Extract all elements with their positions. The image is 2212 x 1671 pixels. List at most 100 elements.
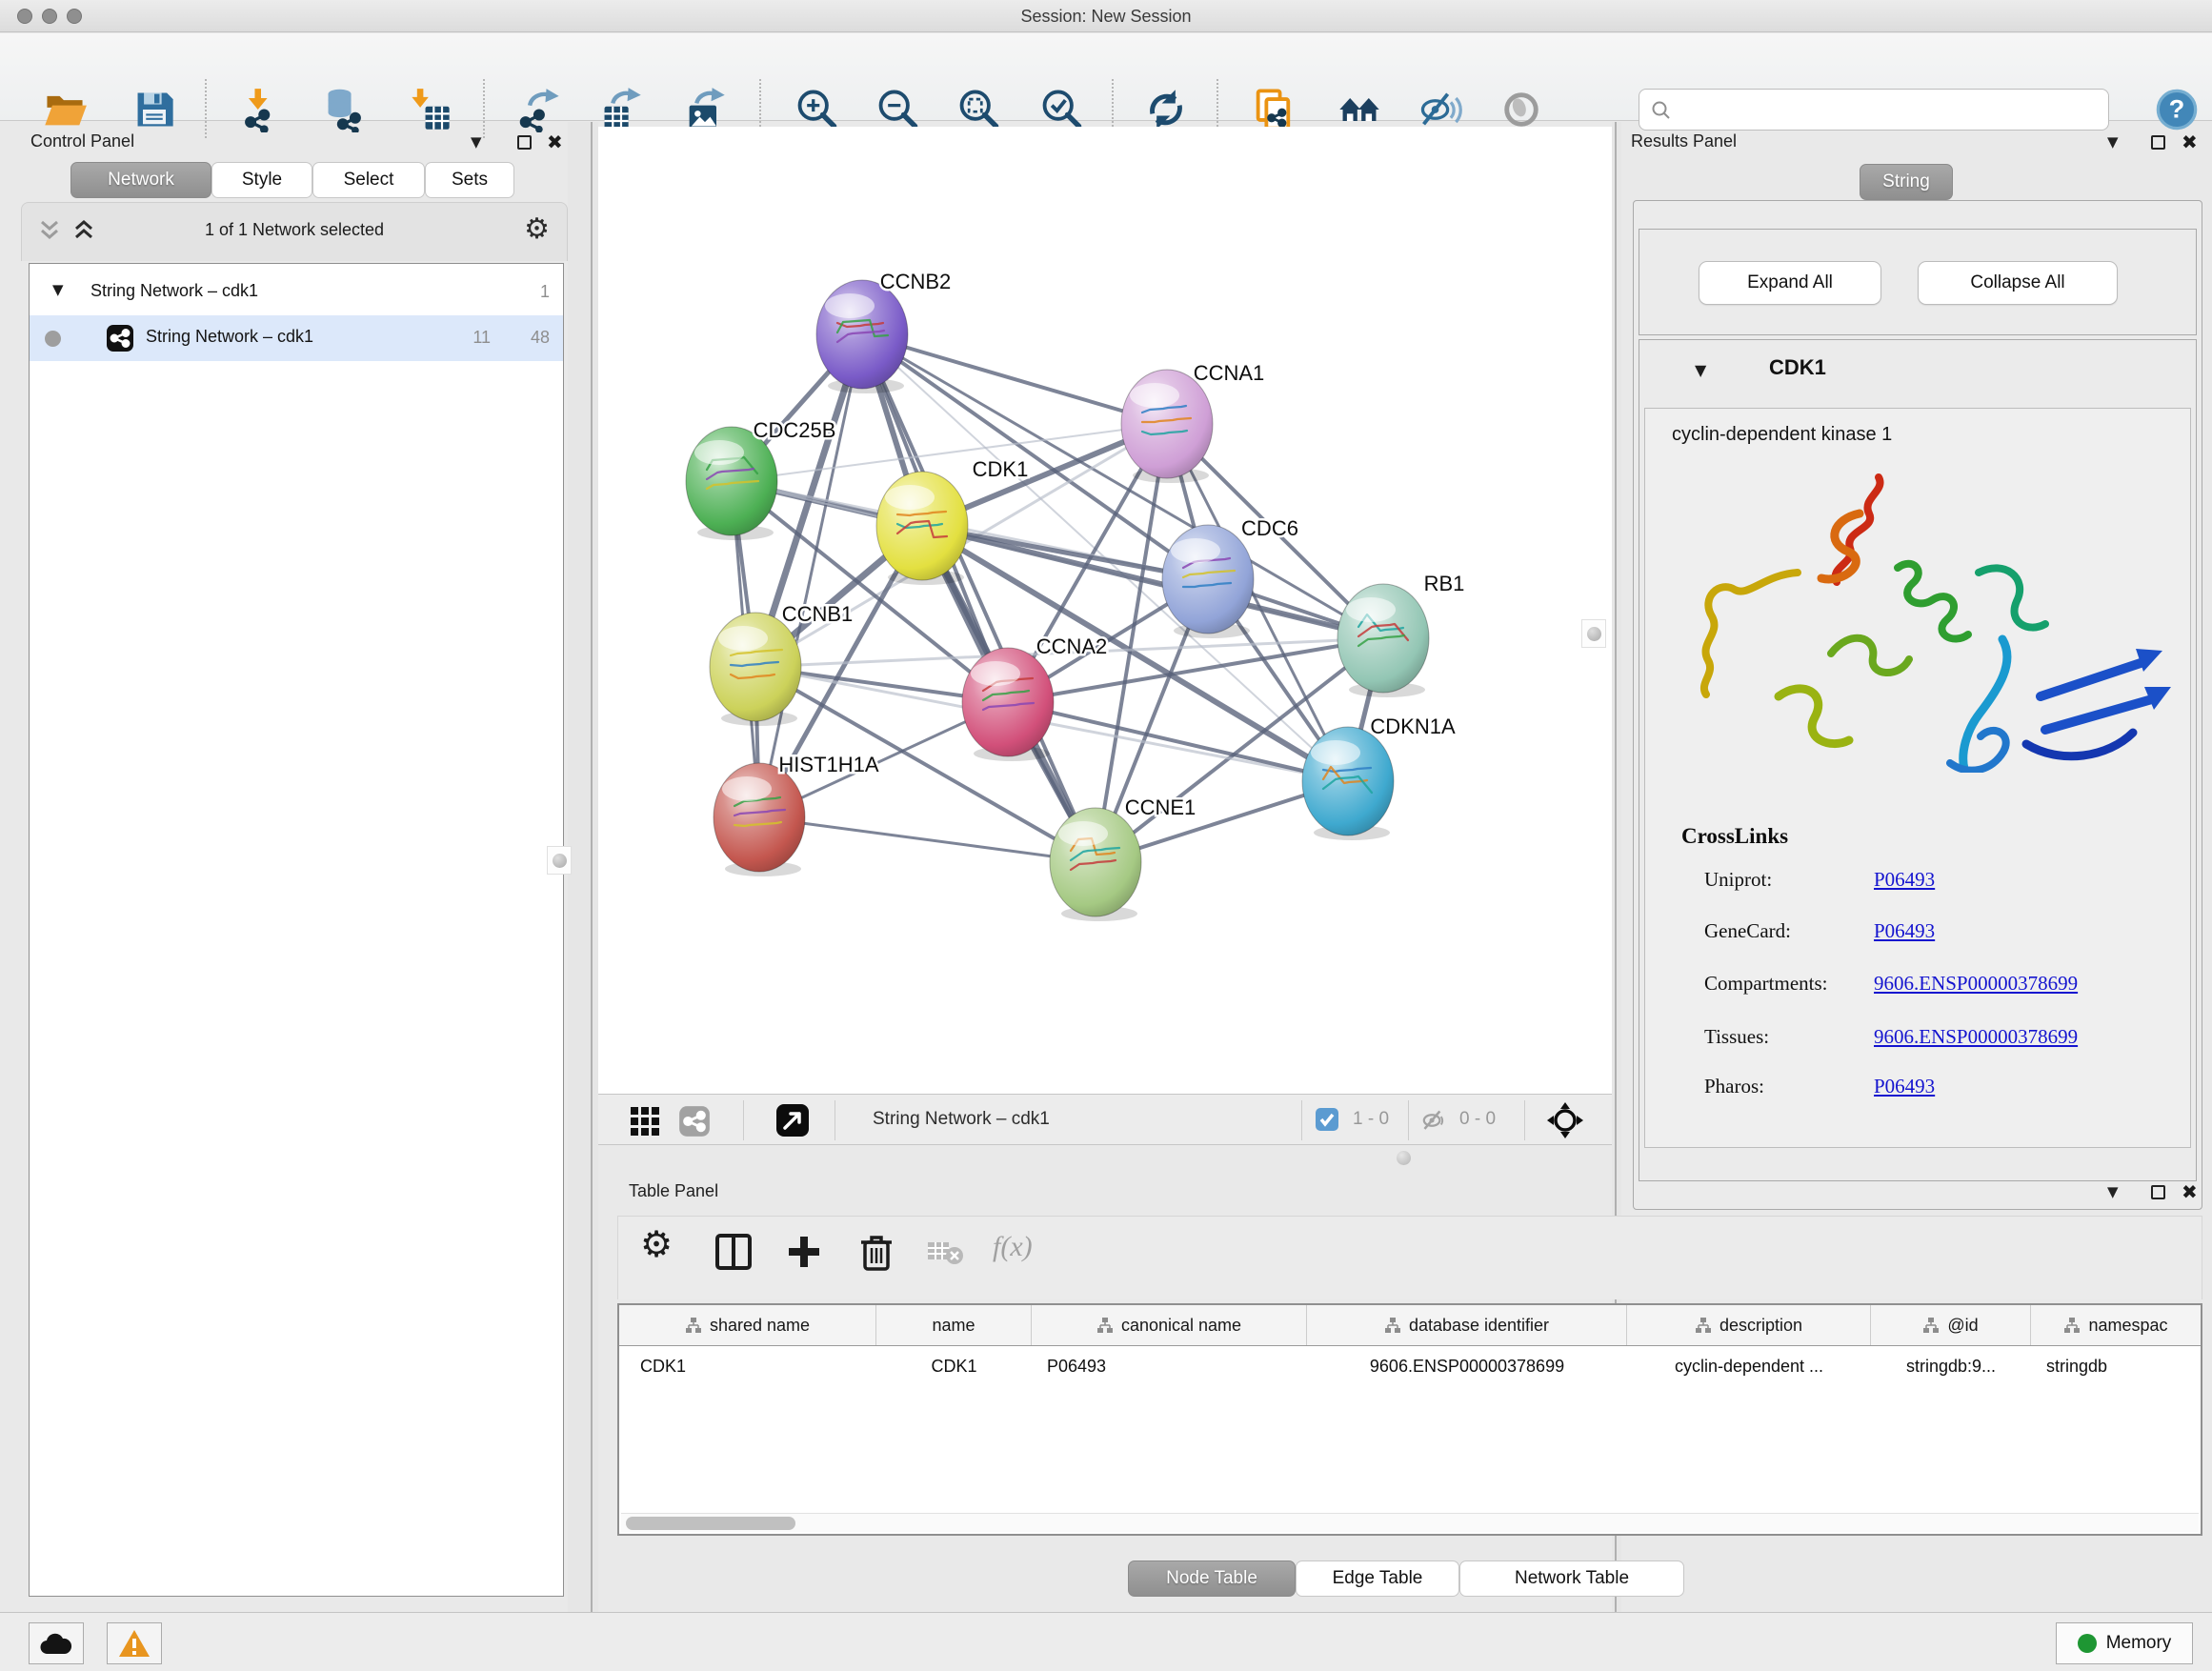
- network-edge[interactable]: [759, 817, 1096, 862]
- network-edge-count: 48: [531, 328, 550, 348]
- zoom-out-icon[interactable]: [875, 87, 920, 132]
- toolbar-separator: [483, 79, 485, 138]
- tab-style[interactable]: Style: [211, 162, 312, 198]
- right-splitter-handle[interactable]: [1581, 619, 1606, 648]
- network-graph[interactable]: CCNB2CCNA1CDC25BCDK1CDC6RB1CCNB1CCNA2CDK…: [598, 127, 1612, 1094]
- collection-label: String Network – cdk1: [90, 281, 258, 301]
- crosslink-compartments-link[interactable]: 9606.ENSP00000378699: [1874, 972, 2078, 996]
- network-type-share-icon: [106, 324, 134, 357]
- create-column-plus-icon[interactable]: [783, 1231, 825, 1278]
- function-builder-icon[interactable]: f(x): [993, 1231, 1033, 1263]
- results-panel-float-icon[interactable]: [2151, 135, 2165, 150]
- control-panel-menu-icon[interactable]: ▼: [471, 133, 482, 151]
- delete-column-trash-icon[interactable]: [855, 1231, 897, 1278]
- left-splitter-handle[interactable]: [547, 846, 572, 875]
- export-table-icon[interactable]: [598, 87, 644, 132]
- hide-selected-eye-slash-icon[interactable]: [1418, 87, 1463, 132]
- zoom-in-icon[interactable]: [794, 87, 839, 132]
- horizontal-splitter-handle[interactable]: [1397, 1151, 1411, 1165]
- network-edge[interactable]: [862, 334, 1096, 862]
- network-options-gear-icon[interactable]: ⚙: [524, 212, 550, 246]
- show-all-eye-icon[interactable]: [1498, 87, 1544, 132]
- tab-edge-table[interactable]: Edge Table: [1296, 1560, 1459, 1597]
- scrollbar-thumb[interactable]: [626, 1517, 795, 1530]
- birds-eye-view-icon[interactable]: [775, 1103, 810, 1142]
- network-canvas[interactable]: CCNB2CCNA1CDC25BCDK1CDC6RB1CCNB1CCNA2CDK…: [598, 127, 1612, 1094]
- table-horizontal-scrollbar[interactable]: [621, 1513, 2199, 1532]
- collection-expander-icon[interactable]: ▼: [52, 281, 64, 298]
- show-columns-icon[interactable]: [713, 1231, 754, 1278]
- expand-all-button[interactable]: Expand All: [1699, 261, 1881, 305]
- network-edge[interactable]: [1008, 702, 1348, 781]
- column-header[interactable]: @id: [1871, 1305, 2031, 1345]
- crosslink-pharos-link[interactable]: P06493: [1874, 1075, 1935, 1098]
- column-header[interactable]: shared name: [619, 1305, 876, 1345]
- column-header[interactable]: name: [876, 1305, 1032, 1345]
- help-icon[interactable]: ?: [2154, 87, 2200, 132]
- import-network-database-icon[interactable]: [322, 87, 368, 132]
- network-edge[interactable]: [922, 526, 1383, 638]
- main-toolbar: ?: [0, 33, 2212, 121]
- results-panel-menu-icon[interactable]: ▼: [2107, 133, 2119, 151]
- control-panel-float-icon[interactable]: [517, 135, 532, 150]
- import-table-file-icon[interactable]: [408, 87, 453, 132]
- column-header[interactable]: database identifier: [1307, 1305, 1627, 1345]
- first-neighbors-houses-icon[interactable]: [1337, 87, 1382, 132]
- grid-view-icon[interactable]: [629, 1105, 661, 1142]
- collapse-all-button[interactable]: Collapse All: [1918, 261, 2118, 305]
- table-cell[interactable]: CDK1: [619, 1347, 876, 1385]
- table-panel-float-icon[interactable]: [2151, 1185, 2165, 1199]
- export-network-icon[interactable]: [517, 87, 563, 132]
- column-type-icon: [1695, 1318, 1712, 1333]
- network-share-view-icon[interactable]: [678, 1105, 711, 1142]
- table-panel-close-icon[interactable]: ✖: [2182, 1180, 2198, 1203]
- network-collection-row[interactable]: ▼ String Network – cdk1 1: [30, 270, 563, 315]
- cloud-button[interactable]: [29, 1622, 84, 1664]
- gene-expander-icon[interactable]: ▼: [1695, 361, 1706, 379]
- column-header[interactable]: canonical name: [1032, 1305, 1307, 1345]
- table-cell[interactable]: cyclin-dependent ...: [1627, 1347, 1871, 1385]
- memory-status-dot-icon: [2078, 1634, 2097, 1653]
- table-cell[interactable]: P06493: [1032, 1347, 1307, 1385]
- tab-network[interactable]: Network: [70, 162, 211, 198]
- table-cell[interactable]: CDK1: [876, 1347, 1032, 1385]
- selected-checkbox-icon[interactable]: [1315, 1107, 1339, 1137]
- open-session-icon[interactable]: [42, 87, 88, 132]
- tab-string[interactable]: String: [1860, 164, 1953, 200]
- crosslink-tissues-link[interactable]: 9606.ENSP00000378699: [1874, 1025, 2078, 1049]
- zoom-selected-icon[interactable]: [1038, 87, 1084, 132]
- column-header[interactable]: description: [1627, 1305, 1871, 1345]
- refresh-layout-icon[interactable]: [1143, 87, 1189, 132]
- crosslink-uniprot-link[interactable]: P06493: [1874, 868, 1935, 892]
- network-edge[interactable]: [759, 334, 862, 817]
- table-cell[interactable]: stringdb:9...: [1871, 1347, 2031, 1385]
- tab-network-table[interactable]: Network Table: [1459, 1560, 1684, 1597]
- column-header[interactable]: namespac: [2031, 1305, 2201, 1345]
- tab-node-table[interactable]: Node Table: [1128, 1560, 1296, 1597]
- import-network-file-icon[interactable]: [238, 87, 284, 132]
- control-panel-close-icon[interactable]: ✖: [547, 131, 563, 153]
- memory-button[interactable]: Memory: [2056, 1622, 2193, 1664]
- warnings-button[interactable]: [107, 1622, 162, 1664]
- zoom-fit-icon[interactable]: [955, 87, 1001, 132]
- gene-symbol: CDK1: [1769, 355, 1826, 380]
- results-panel-close-icon[interactable]: ✖: [2182, 131, 2198, 153]
- save-session-icon[interactable]: [131, 87, 177, 132]
- crosslink-label: Compartments:: [1704, 972, 1828, 996]
- search-input[interactable]: [1639, 89, 2109, 131]
- network-row-selected[interactable]: String Network – cdk1 11 48: [30, 315, 563, 361]
- left-splitter[interactable]: [568, 122, 598, 1612]
- tab-sets[interactable]: Sets: [425, 162, 514, 198]
- table-cell[interactable]: 9606.ENSP00000378699: [1307, 1347, 1627, 1385]
- delete-table-icon[interactable]: [926, 1238, 964, 1274]
- tab-select[interactable]: Select: [312, 162, 425, 198]
- hidden-node-edge-counts: 0 - 0: [1459, 1109, 1496, 1130]
- copy-style-documents-icon[interactable]: [1251, 87, 1297, 132]
- table-settings-gear-icon[interactable]: ⚙: [640, 1223, 673, 1265]
- table-panel-menu-icon[interactable]: ▼: [2107, 1183, 2119, 1200]
- network-edge[interactable]: [862, 334, 1167, 424]
- table-cell[interactable]: stringdb: [2031, 1347, 2201, 1385]
- pan-crosshair-icon[interactable]: [1545, 1100, 1585, 1145]
- crosslink-genecard-link[interactable]: P06493: [1874, 919, 1935, 943]
- export-image-icon[interactable]: [682, 87, 728, 132]
